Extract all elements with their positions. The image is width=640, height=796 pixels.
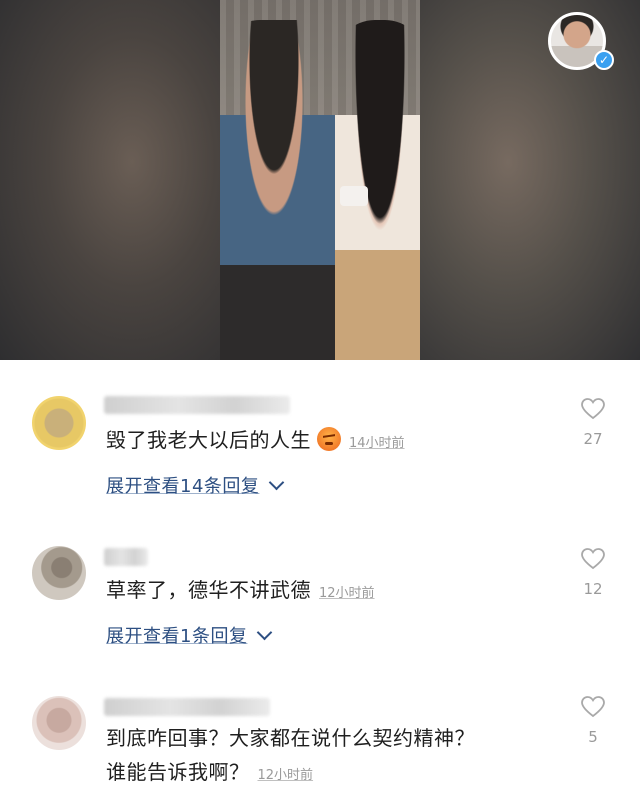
like-count: 27 [583,430,603,448]
comment-item: 草率了，德华不讲武德 12小时前 展开查看1条回复 12 [0,542,640,662]
comment-time: 12小时前 [319,586,375,601]
comment-time: 14小时前 [349,436,405,451]
chevron-down-icon [257,624,273,641]
heart-icon[interactable] [581,398,605,420]
like-count: 5 [588,728,598,746]
commenter-name-redacted [104,396,290,414]
commenter-name-redacted [104,548,148,566]
video-frame [220,0,420,360]
expand-replies-label: 展开查看14条回复 [106,476,260,497]
commenter-avatar[interactable] [32,396,86,450]
heart-icon[interactable] [581,696,605,718]
person-denim-jacket [220,20,340,360]
comment-item: 毁了我老大以后的人生 14小时前 展开查看14条回复 27 [0,390,640,510]
comment-body: 草率了，德华不讲武德 [106,578,311,602]
expand-replies-label: 展开查看1条回复 [106,626,248,647]
comment-text: 草率了，德华不讲武德 12小时前 [106,576,375,608]
chevron-down-icon [269,474,285,491]
commenter-avatar[interactable] [32,696,86,750]
comment-body: 毁了我老大以后的人生 [106,428,311,452]
commenter-name-redacted [104,698,270,716]
phone-in-hand [340,186,368,206]
angry-face-emoji-icon [317,427,341,451]
expand-replies-button[interactable]: 展开查看14条回复 [106,472,285,498]
like-count: 12 [583,580,603,598]
comment-item: 到底咋回事？大家都在说什么契约精神？ 谁能告诉我啊？ 12小时前 5 [0,692,640,796]
comment-text: 毁了我老大以后的人生 14小时前 [106,426,405,458]
heart-icon[interactable] [581,548,605,570]
like-button[interactable]: 27 [578,398,608,448]
comment-body-line2: 谁能告诉我啊？ [106,760,250,784]
expand-replies-button[interactable]: 展开查看1条回复 [106,622,273,648]
comment-time: 12小时前 [257,768,314,783]
commenter-avatar[interactable] [32,546,86,600]
video-player[interactable] [0,0,640,360]
comment-text: 到底咋回事？大家都在说什么契约精神？ [106,724,475,752]
like-button[interactable]: 12 [578,548,608,598]
like-button[interactable]: 5 [578,696,608,746]
verified-check-icon: ✓ [594,50,614,70]
comment-body-line1: 到底咋回事？大家都在说什么契约精神？ [106,726,475,750]
comment-text-line2: 谁能告诉我啊？ 12小时前 [106,758,313,790]
video-blur-left [0,0,220,360]
